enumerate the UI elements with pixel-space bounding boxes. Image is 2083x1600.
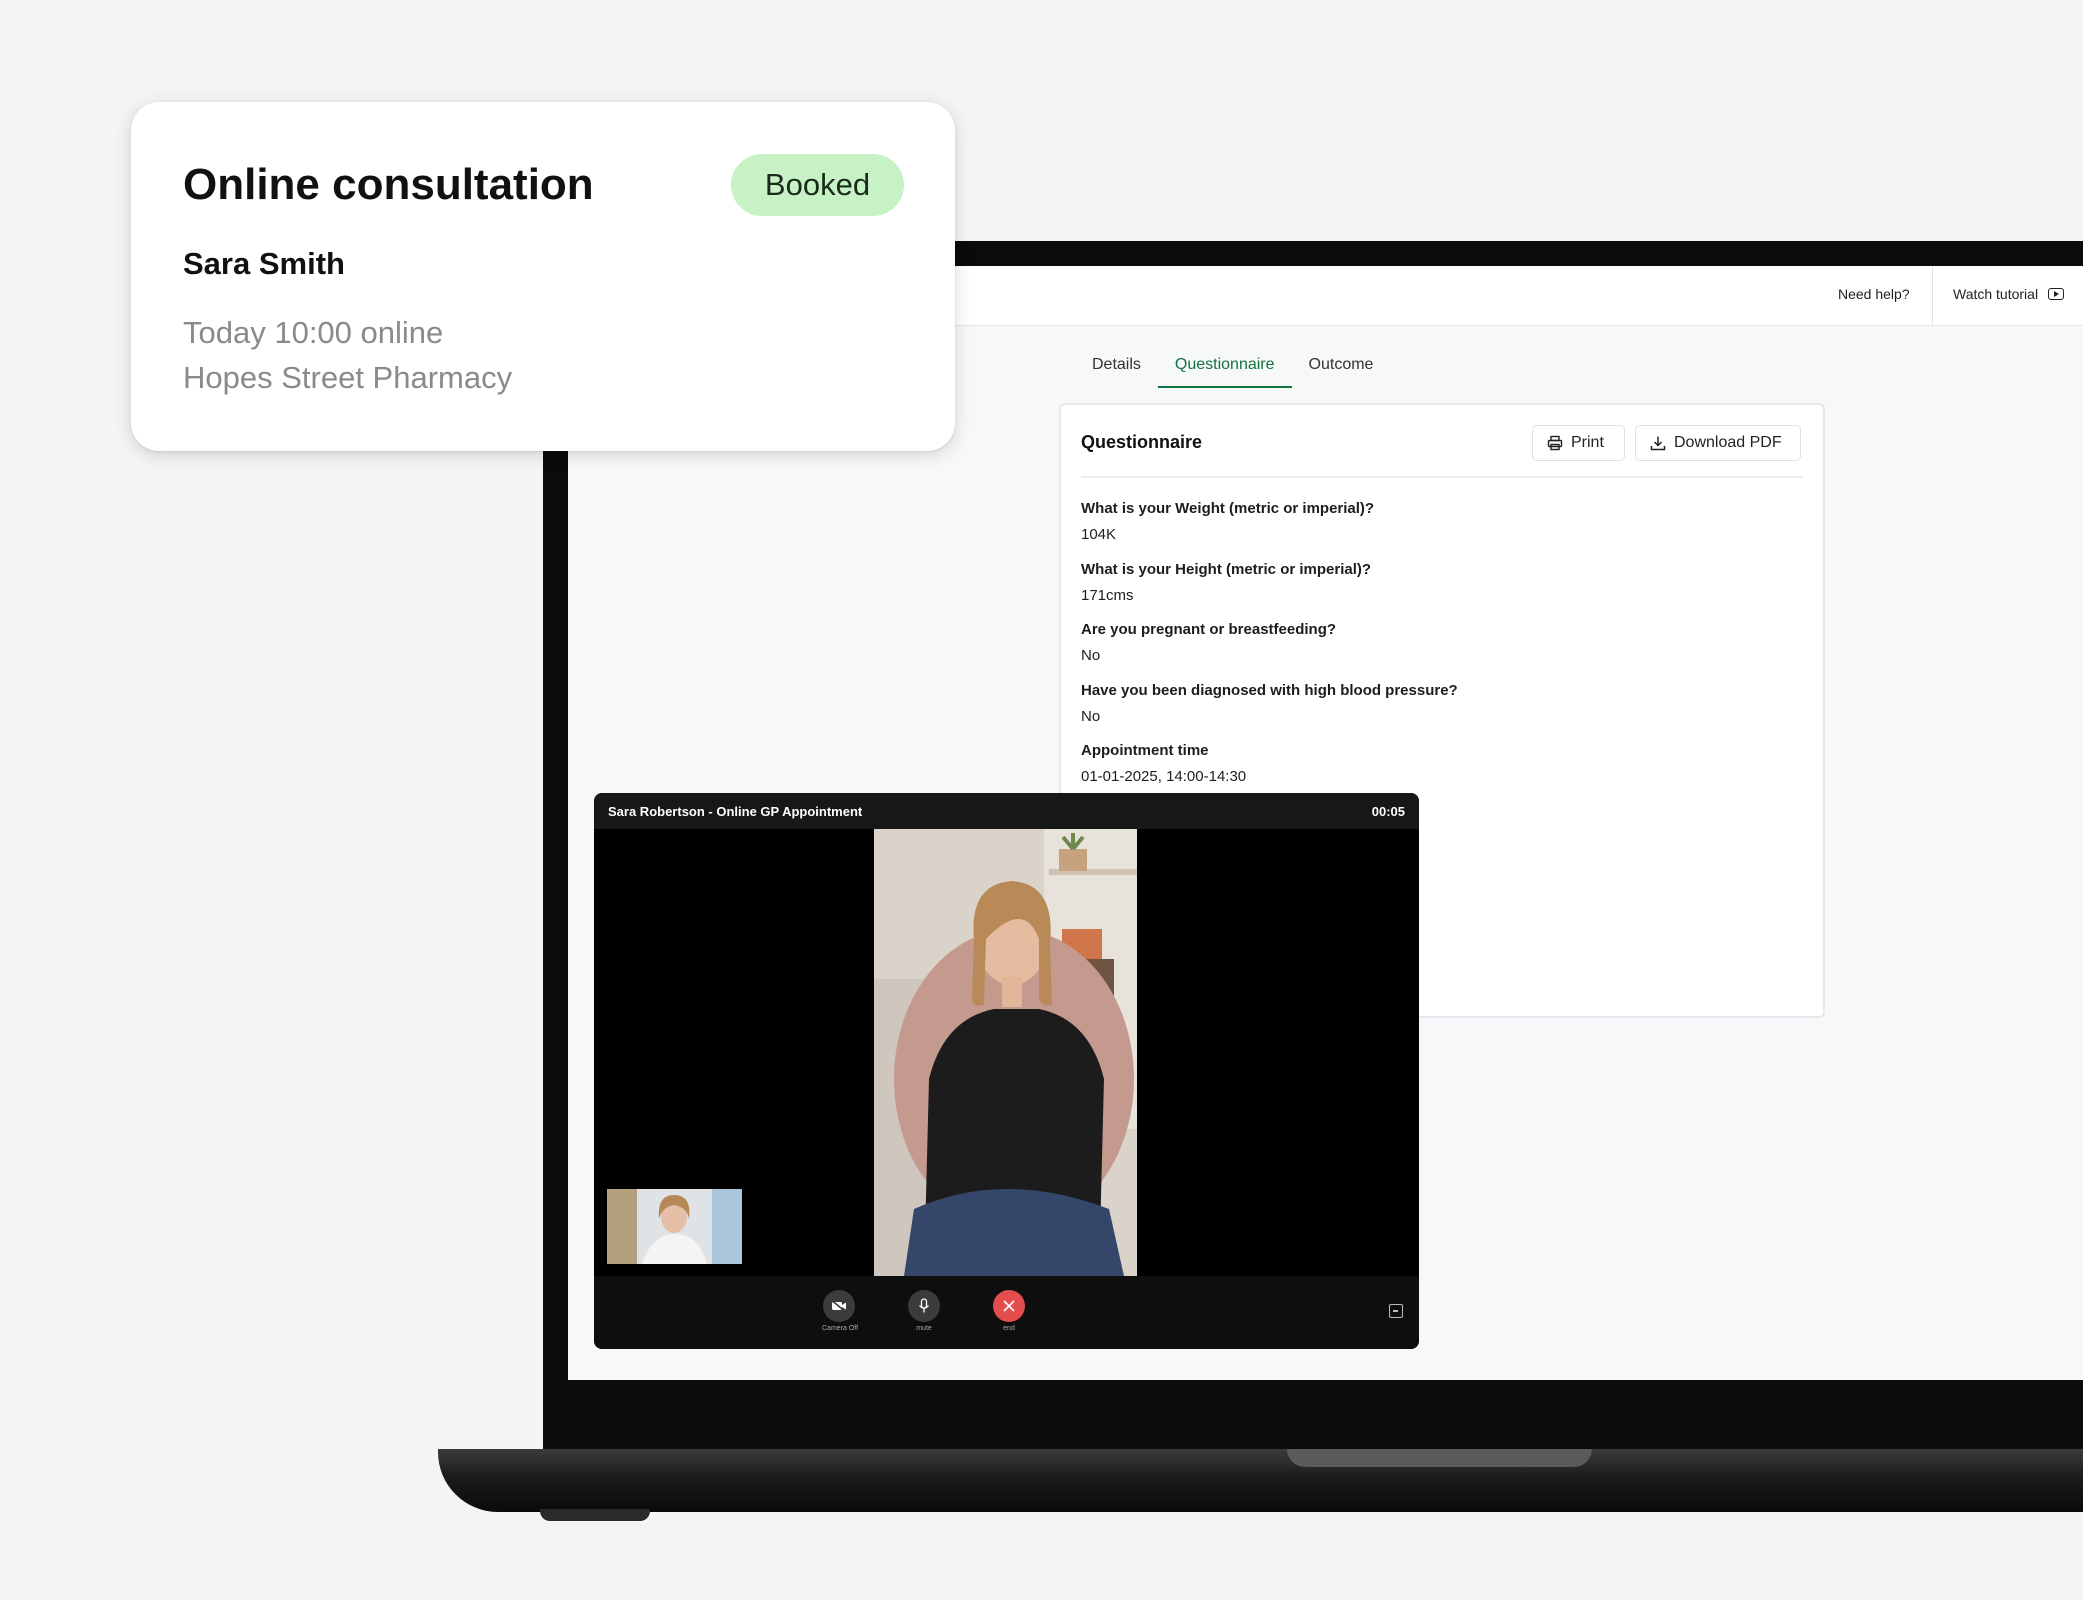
questionnaire-title: Questionnaire — [1081, 432, 1203, 452]
need-help-link[interactable]: Need help? — [1838, 286, 1910, 302]
question-text: Are you pregnant or breastfeeding? — [1081, 621, 1337, 638]
question-item: Appointment time 01-01-2025, 14:00-14:30 — [1081, 742, 1246, 785]
patient-video-image — [874, 829, 1137, 1276]
question-item: What is your Height (metric or imperial)… — [1081, 561, 1371, 604]
status-badge: Booked — [731, 154, 904, 216]
download-icon — [1650, 436, 1666, 451]
top-bar-divider — [1932, 266, 1933, 326]
question-text: What is your Height (metric or imperial)… — [1081, 561, 1372, 578]
call-timer: 00:05 — [1371, 804, 1405, 819]
minimize-icon[interactable] — [1389, 1304, 1403, 1318]
question-item: What is your Weight (metric or imperial)… — [1081, 500, 1374, 543]
video-call-header: Sara Robertson - Online GP Appointment 0… — [594, 793, 1419, 829]
download-pdf-button[interactable]: Download PDF — [1635, 425, 1801, 461]
patient-name: Sara Smith — [183, 246, 345, 281]
print-label: Print — [1571, 434, 1604, 451]
answer-text: 171cms — [1081, 587, 1134, 604]
answer-text: 01-01-2025, 14:00-14:30 — [1081, 768, 1247, 785]
printer-icon — [1547, 435, 1563, 451]
booking-time: Today 10:00 online — [183, 315, 444, 350]
camera-off-icon — [831, 1300, 846, 1312]
patient-video-feed — [874, 829, 1137, 1276]
doctor-video-thumbnail[interactable] — [607, 1189, 742, 1264]
camera-off-control: Camera Off — [822, 1290, 859, 1332]
tab-details[interactable]: Details — [1075, 348, 1158, 388]
video-call-title: Sara Robertson - Online GP Appointment — [608, 804, 863, 819]
end-call-label: end — [1003, 1325, 1015, 1332]
end-call-button[interactable] — [993, 1290, 1025, 1322]
question-text: Have you been diagnosed with high blood … — [1081, 682, 1458, 699]
camera-off-label: Camera Off — [822, 1325, 859, 1332]
mute-control: mute — [907, 1290, 941, 1332]
tab-bar: Details Questionnaire Outcome — [1075, 348, 1390, 388]
microphone-icon — [918, 1298, 930, 1313]
tab-outcome[interactable]: Outcome — [1292, 348, 1391, 388]
answer-text: No — [1081, 708, 1101, 725]
laptop-notch — [1352, 241, 1522, 267]
camera-off-button[interactable] — [823, 1290, 855, 1322]
booking-title: Online consultation — [183, 160, 594, 209]
mute-button[interactable] — [908, 1290, 940, 1322]
answer-text: 104K — [1081, 526, 1117, 543]
booking-card: Online consultation Booked Sara Smith To… — [131, 102, 955, 451]
questionnaire-header: Questionnaire Print Download PDF — [1081, 405, 1803, 478]
doctor-video-image — [607, 1189, 742, 1264]
question-item: Have you been diagnosed with high blood … — [1081, 682, 1458, 725]
booking-location: Hopes Street Pharmacy — [183, 360, 513, 395]
question-text: What is your Weight (metric or imperial)… — [1081, 500, 1375, 517]
question-item: Are you pregnant or breastfeeding? No — [1081, 621, 1336, 664]
youtube-icon — [2048, 288, 2065, 300]
print-button[interactable]: Print — [1532, 425, 1625, 461]
call-controls: Camera Off mute end — [594, 1276, 1419, 1349]
video-call-window: Sara Robertson - Online GP Appointment 0… — [594, 793, 1419, 1349]
question-text: Appointment time — [1081, 742, 1209, 759]
end-call-control: end — [992, 1290, 1026, 1332]
laptop-hinge — [1287, 1449, 1592, 1467]
laptop-foot — [540, 1509, 650, 1521]
close-icon — [1003, 1300, 1015, 1312]
mute-label: mute — [916, 1325, 932, 1332]
tab-questionnaire[interactable]: Questionnaire — [1157, 348, 1292, 388]
answer-text: No — [1081, 647, 1101, 664]
download-pdf-label: Download PDF — [1674, 434, 1782, 451]
watch-tutorial-label: Watch tutorial — [1953, 286, 2039, 302]
watch-tutorial-link[interactable]: Watch tutorial — [1953, 286, 2065, 302]
laptop-base — [438, 1449, 2083, 1512]
